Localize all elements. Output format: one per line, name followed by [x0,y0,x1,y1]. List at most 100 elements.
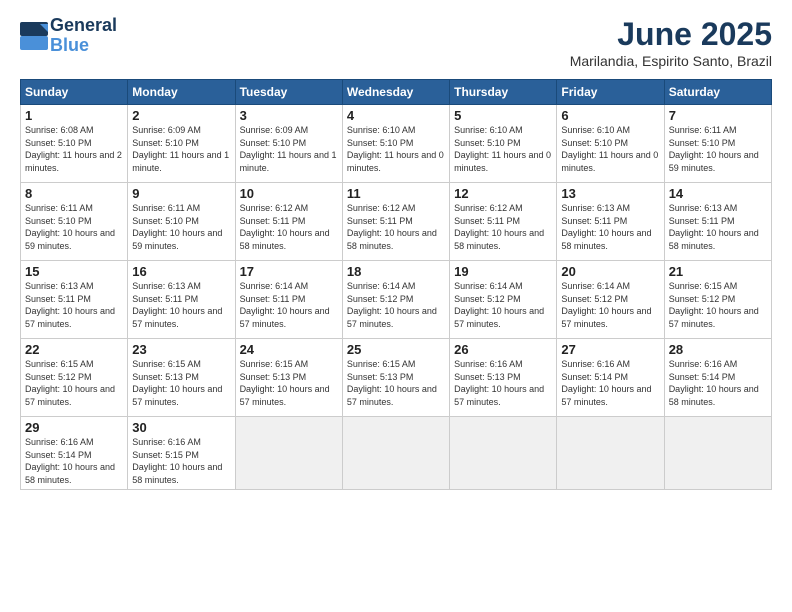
col-tuesday: Tuesday [235,80,342,105]
calendar-cell: 11Sunrise: 6:12 AMSunset: 5:11 PMDayligh… [342,183,449,261]
calendar-cell: 6Sunrise: 6:10 AMSunset: 5:10 PMDaylight… [557,105,664,183]
day-number: 28 [669,342,767,357]
cell-info: Sunrise: 6:16 AMSunset: 5:14 PMDaylight:… [561,358,659,408]
day-number: 14 [669,186,767,201]
cell-info: Sunrise: 6:15 AMSunset: 5:13 PMDaylight:… [132,358,230,408]
calendar-cell: 24Sunrise: 6:15 AMSunset: 5:13 PMDayligh… [235,339,342,417]
day-number: 11 [347,186,445,201]
day-number: 12 [454,186,552,201]
day-number: 7 [669,108,767,123]
col-saturday: Saturday [664,80,771,105]
day-number: 17 [240,264,338,279]
col-monday: Monday [128,80,235,105]
calendar-header-row: Sunday Monday Tuesday Wednesday Thursday… [21,80,772,105]
day-number: 24 [240,342,338,357]
day-number: 10 [240,186,338,201]
calendar-cell: 28Sunrise: 6:16 AMSunset: 5:14 PMDayligh… [664,339,771,417]
cell-info: Sunrise: 6:10 AMSunset: 5:10 PMDaylight:… [347,124,445,174]
calendar-cell: 3Sunrise: 6:09 AMSunset: 5:10 PMDaylight… [235,105,342,183]
calendar-cell [342,417,449,490]
calendar-cell: 26Sunrise: 6:16 AMSunset: 5:13 PMDayligh… [450,339,557,417]
cell-info: Sunrise: 6:14 AMSunset: 5:12 PMDaylight:… [347,280,445,330]
cell-info: Sunrise: 6:15 AMSunset: 5:13 PMDaylight:… [347,358,445,408]
calendar-row: 15Sunrise: 6:13 AMSunset: 5:11 PMDayligh… [21,261,772,339]
calendar-cell: 5Sunrise: 6:10 AMSunset: 5:10 PMDaylight… [450,105,557,183]
cell-info: Sunrise: 6:13 AMSunset: 5:11 PMDaylight:… [132,280,230,330]
day-number: 8 [25,186,123,201]
calendar-cell: 13Sunrise: 6:13 AMSunset: 5:11 PMDayligh… [557,183,664,261]
logo-icon [20,22,48,50]
calendar-cell: 4Sunrise: 6:10 AMSunset: 5:10 PMDaylight… [342,105,449,183]
col-sunday: Sunday [21,80,128,105]
page: General Blue June 2025 Marilandia, Espir… [0,0,792,612]
day-number: 5 [454,108,552,123]
col-thursday: Thursday [450,80,557,105]
logo-text: General Blue [50,16,117,56]
cell-info: Sunrise: 6:14 AMSunset: 5:12 PMDaylight:… [454,280,552,330]
cell-info: Sunrise: 6:14 AMSunset: 5:12 PMDaylight:… [561,280,659,330]
cell-info: Sunrise: 6:16 AMSunset: 5:15 PMDaylight:… [132,436,230,486]
cell-info: Sunrise: 6:08 AMSunset: 5:10 PMDaylight:… [25,124,123,174]
location: Marilandia, Espirito Santo, Brazil [570,53,772,69]
cell-info: Sunrise: 6:11 AMSunset: 5:10 PMDaylight:… [669,124,767,174]
cell-info: Sunrise: 6:12 AMSunset: 5:11 PMDaylight:… [347,202,445,252]
cell-info: Sunrise: 6:09 AMSunset: 5:10 PMDaylight:… [240,124,338,174]
header: General Blue June 2025 Marilandia, Espir… [20,16,772,69]
cell-info: Sunrise: 6:15 AMSunset: 5:12 PMDaylight:… [25,358,123,408]
cell-info: Sunrise: 6:15 AMSunset: 5:13 PMDaylight:… [240,358,338,408]
day-number: 18 [347,264,445,279]
cell-info: Sunrise: 6:12 AMSunset: 5:11 PMDaylight:… [454,202,552,252]
calendar-cell: 9Sunrise: 6:11 AMSunset: 5:10 PMDaylight… [128,183,235,261]
calendar-cell: 10Sunrise: 6:12 AMSunset: 5:11 PMDayligh… [235,183,342,261]
calendar-cell: 21Sunrise: 6:15 AMSunset: 5:12 PMDayligh… [664,261,771,339]
day-number: 1 [25,108,123,123]
day-number: 3 [240,108,338,123]
month-title: June 2025 [570,16,772,53]
logo-line1: General [50,16,117,36]
calendar-cell: 20Sunrise: 6:14 AMSunset: 5:12 PMDayligh… [557,261,664,339]
day-number: 9 [132,186,230,201]
calendar-cell: 23Sunrise: 6:15 AMSunset: 5:13 PMDayligh… [128,339,235,417]
calendar-cell: 7Sunrise: 6:11 AMSunset: 5:10 PMDaylight… [664,105,771,183]
day-number: 13 [561,186,659,201]
cell-info: Sunrise: 6:13 AMSunset: 5:11 PMDaylight:… [669,202,767,252]
day-number: 20 [561,264,659,279]
day-number: 6 [561,108,659,123]
day-number: 23 [132,342,230,357]
col-wednesday: Wednesday [342,80,449,105]
calendar-cell: 17Sunrise: 6:14 AMSunset: 5:11 PMDayligh… [235,261,342,339]
calendar-cell [664,417,771,490]
calendar-cell: 8Sunrise: 6:11 AMSunset: 5:10 PMDaylight… [21,183,128,261]
cell-info: Sunrise: 6:12 AMSunset: 5:11 PMDaylight:… [240,202,338,252]
calendar-row: 22Sunrise: 6:15 AMSunset: 5:12 PMDayligh… [21,339,772,417]
cell-info: Sunrise: 6:11 AMSunset: 5:10 PMDaylight:… [25,202,123,252]
cell-info: Sunrise: 6:11 AMSunset: 5:10 PMDaylight:… [132,202,230,252]
calendar-cell: 19Sunrise: 6:14 AMSunset: 5:12 PMDayligh… [450,261,557,339]
calendar-row: 1Sunrise: 6:08 AMSunset: 5:10 PMDaylight… [21,105,772,183]
calendar-cell: 15Sunrise: 6:13 AMSunset: 5:11 PMDayligh… [21,261,128,339]
cell-info: Sunrise: 6:16 AMSunset: 5:14 PMDaylight:… [669,358,767,408]
calendar-row: 29Sunrise: 6:16 AMSunset: 5:14 PMDayligh… [21,417,772,490]
logo: General Blue [20,16,117,56]
calendar-cell: 1Sunrise: 6:08 AMSunset: 5:10 PMDaylight… [21,105,128,183]
calendar-cell: 29Sunrise: 6:16 AMSunset: 5:14 PMDayligh… [21,417,128,490]
day-number: 15 [25,264,123,279]
day-number: 29 [25,420,123,435]
calendar-cell: 2Sunrise: 6:09 AMSunset: 5:10 PMDaylight… [128,105,235,183]
day-number: 21 [669,264,767,279]
cell-info: Sunrise: 6:15 AMSunset: 5:12 PMDaylight:… [669,280,767,330]
day-number: 19 [454,264,552,279]
calendar-cell: 16Sunrise: 6:13 AMSunset: 5:11 PMDayligh… [128,261,235,339]
day-number: 16 [132,264,230,279]
day-number: 26 [454,342,552,357]
day-number: 25 [347,342,445,357]
day-number: 30 [132,420,230,435]
day-number: 2 [132,108,230,123]
calendar-cell: 22Sunrise: 6:15 AMSunset: 5:12 PMDayligh… [21,339,128,417]
calendar-cell: 14Sunrise: 6:13 AMSunset: 5:11 PMDayligh… [664,183,771,261]
cell-info: Sunrise: 6:13 AMSunset: 5:11 PMDaylight:… [25,280,123,330]
cell-info: Sunrise: 6:13 AMSunset: 5:11 PMDaylight:… [561,202,659,252]
calendar-cell [557,417,664,490]
cell-info: Sunrise: 6:09 AMSunset: 5:10 PMDaylight:… [132,124,230,174]
calendar-cell: 18Sunrise: 6:14 AMSunset: 5:12 PMDayligh… [342,261,449,339]
